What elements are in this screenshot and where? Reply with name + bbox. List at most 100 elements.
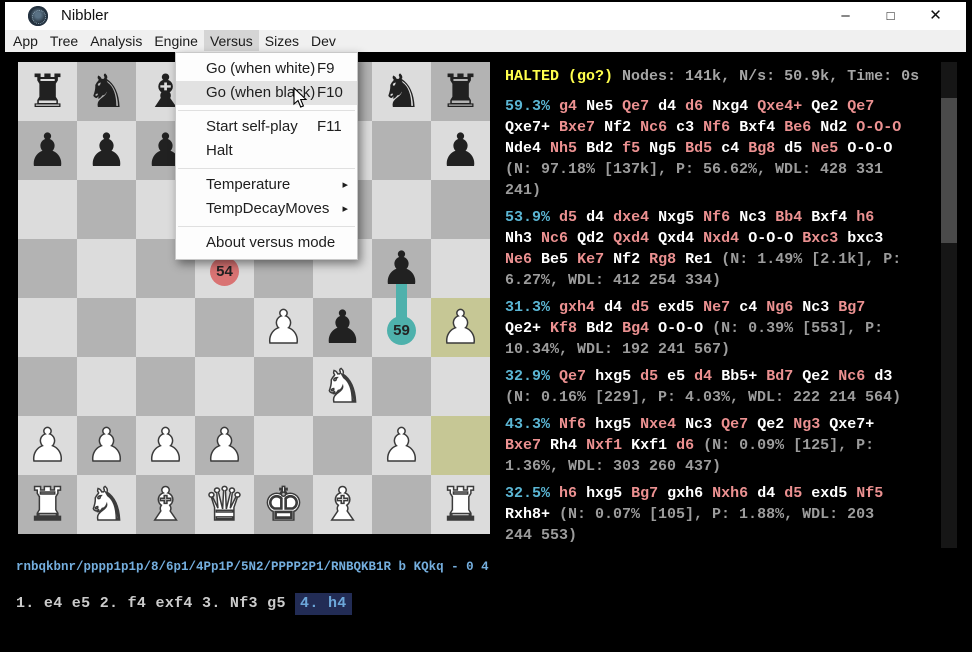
white-n-piece-f3[interactable]: ♞ — [313, 357, 372, 416]
white-b-piece-f1[interactable]: ♝ — [313, 475, 372, 534]
menu-item-temperature[interactable]: Temperature▸ — [176, 173, 357, 197]
close-icon[interactable]: ✕ — [913, 2, 958, 30]
black-p-piece-g5[interactable]: ♟ — [372, 239, 431, 298]
menubar-item-tree[interactable]: Tree — [44, 30, 84, 51]
menu-item-tempdecaymoves[interactable]: TempDecayMoves▸ — [176, 197, 357, 221]
square-b5[interactable] — [77, 239, 136, 298]
menu-item-go-when-black-[interactable]: Go (when black)F10 — [176, 81, 357, 105]
menubar-item-analysis[interactable]: Analysis — [84, 30, 148, 51]
white-n-piece-b1[interactable]: ♞ — [77, 475, 136, 534]
menubar-item-versus[interactable]: Versus — [204, 30, 259, 51]
menubar-item-dev[interactable]: Dev — [305, 30, 342, 51]
square-g3[interactable] — [372, 357, 431, 416]
square-g7[interactable] — [372, 121, 431, 180]
square-b1[interactable]: ♞ — [77, 475, 136, 534]
square-c3[interactable] — [136, 357, 195, 416]
title-bar[interactable]: Nibbler – □ ✕ — [5, 2, 966, 30]
square-c4[interactable] — [136, 298, 195, 357]
menu-item-halt[interactable]: Halt — [176, 139, 357, 163]
pv-line-3[interactable]: 31.3% gxh4 d4 d5 exd5 Ne7 c4 Ng6 Nc3 Bg7… — [505, 297, 906, 360]
selected-move[interactable]: 4. h4 — [295, 593, 352, 615]
square-g2[interactable]: ♟ — [372, 416, 431, 475]
scrollbar-thumb[interactable] — [941, 98, 957, 243]
square-e1[interactable]: ♚ — [254, 475, 313, 534]
black-p-piece-f4[interactable]: ♟ — [313, 298, 372, 357]
move-list-prefix[interactable]: 1. e4 e5 2. f4 exf4 3. Nf3 g5 — [16, 595, 295, 612]
pv-line-1[interactable]: 59.3% g4 Ne5 Qe7 d4 d6 Nxg4 Qxe4+ Qe2 Qe… — [505, 96, 906, 201]
menu-item-label: Temperature — [206, 173, 290, 197]
menu-item-start-self-play[interactable]: Start self-playF11 — [176, 115, 357, 139]
white-r-piece-a1[interactable]: ♜ — [18, 475, 77, 534]
square-a3[interactable] — [18, 357, 77, 416]
black-r-piece-a8[interactable]: ♜ — [18, 62, 77, 121]
square-g8[interactable]: ♞ — [372, 62, 431, 121]
white-r-piece-h1[interactable]: ♜ — [431, 475, 490, 534]
pv-line-4[interactable]: 32.9% Qe7 hxg5 d5 e5 d4 Bb5+ Bd7 Qe2 Nc6… — [505, 366, 906, 408]
square-h5[interactable] — [431, 239, 490, 298]
pv-line-6[interactable]: 32.5% h6 hxg5 Bg7 gxh6 Nxh6 d4 d5 exd5 N… — [505, 483, 906, 546]
square-e2[interactable] — [254, 416, 313, 475]
square-d3[interactable] — [195, 357, 254, 416]
menubar-item-sizes[interactable]: Sizes — [259, 30, 305, 51]
white-p-piece-a2[interactable]: ♟ — [18, 416, 77, 475]
square-d2[interactable]: ♟ — [195, 416, 254, 475]
square-c2[interactable]: ♟ — [136, 416, 195, 475]
square-b3[interactable] — [77, 357, 136, 416]
square-g5[interactable]: ♟ — [372, 239, 431, 298]
square-a6[interactable] — [18, 180, 77, 239]
square-b2[interactable]: ♟ — [77, 416, 136, 475]
square-a4[interactable] — [18, 298, 77, 357]
square-d1[interactable]: ♛ — [195, 475, 254, 534]
white-k-piece-e1[interactable]: ♚ — [254, 475, 313, 534]
black-p-piece-b7[interactable]: ♟ — [77, 121, 136, 180]
white-p-piece-d2[interactable]: ♟ — [195, 416, 254, 475]
square-h6[interactable] — [431, 180, 490, 239]
square-f4[interactable]: ♟ — [313, 298, 372, 357]
black-p-piece-h7[interactable]: ♟ — [431, 121, 490, 180]
white-p-piece-g2[interactable]: ♟ — [372, 416, 431, 475]
square-f1[interactable]: ♝ — [313, 475, 372, 534]
square-f2[interactable] — [313, 416, 372, 475]
menubar-item-engine[interactable]: Engine — [148, 30, 204, 51]
pv-move: Nd2 — [820, 119, 847, 136]
square-b8[interactable]: ♞ — [77, 62, 136, 121]
square-f3[interactable]: ♞ — [313, 357, 372, 416]
square-c1[interactable]: ♝ — [136, 475, 195, 534]
square-b6[interactable] — [77, 180, 136, 239]
pv-line-5[interactable]: 43.3% Nf6 hxg5 Nxe4 Nc3 Qe7 Qe2 Ng3 Qxe7… — [505, 414, 906, 477]
square-a8[interactable]: ♜ — [18, 62, 77, 121]
white-p-piece-h4[interactable]: ♟ — [431, 298, 490, 357]
square-a5[interactable] — [18, 239, 77, 298]
square-b4[interactable] — [77, 298, 136, 357]
minimize-icon[interactable]: – — [823, 2, 868, 30]
pv-line-2[interactable]: 53.9% d5 d4 dxe4 Nxg5 Nf6 Nc3 Bb4 Bxf4 h… — [505, 207, 906, 291]
black-p-piece-a7[interactable]: ♟ — [18, 121, 77, 180]
white-p-piece-c2[interactable]: ♟ — [136, 416, 195, 475]
maximize-icon[interactable]: □ — [868, 2, 913, 30]
square-a7[interactable]: ♟ — [18, 121, 77, 180]
white-p-piece-e4[interactable]: ♟ — [254, 298, 313, 357]
menubar-item-app[interactable]: App — [7, 30, 44, 51]
square-h4[interactable]: ♟ — [431, 298, 490, 357]
white-p-piece-b2[interactable]: ♟ — [77, 416, 136, 475]
square-h7[interactable]: ♟ — [431, 121, 490, 180]
square-e3[interactable] — [254, 357, 313, 416]
square-g1[interactable] — [372, 475, 431, 534]
square-a2[interactable]: ♟ — [18, 416, 77, 475]
square-b7[interactable]: ♟ — [77, 121, 136, 180]
square-h1[interactable]: ♜ — [431, 475, 490, 534]
black-r-piece-h8[interactable]: ♜ — [431, 62, 490, 121]
square-d4[interactable] — [195, 298, 254, 357]
black-n-piece-g8[interactable]: ♞ — [372, 62, 431, 121]
square-g6[interactable] — [372, 180, 431, 239]
menu-item-go-when-white-[interactable]: Go (when white)F9 — [176, 57, 357, 81]
square-h8[interactable]: ♜ — [431, 62, 490, 121]
square-h3[interactable] — [431, 357, 490, 416]
square-e4[interactable]: ♟ — [254, 298, 313, 357]
square-a1[interactable]: ♜ — [18, 475, 77, 534]
white-b-piece-c1[interactable]: ♝ — [136, 475, 195, 534]
white-q-piece-d1[interactable]: ♛ — [195, 475, 254, 534]
square-h2[interactable] — [431, 416, 490, 475]
menu-item-about-versus-mode[interactable]: About versus mode — [176, 231, 357, 255]
black-n-piece-b8[interactable]: ♞ — [77, 62, 136, 121]
